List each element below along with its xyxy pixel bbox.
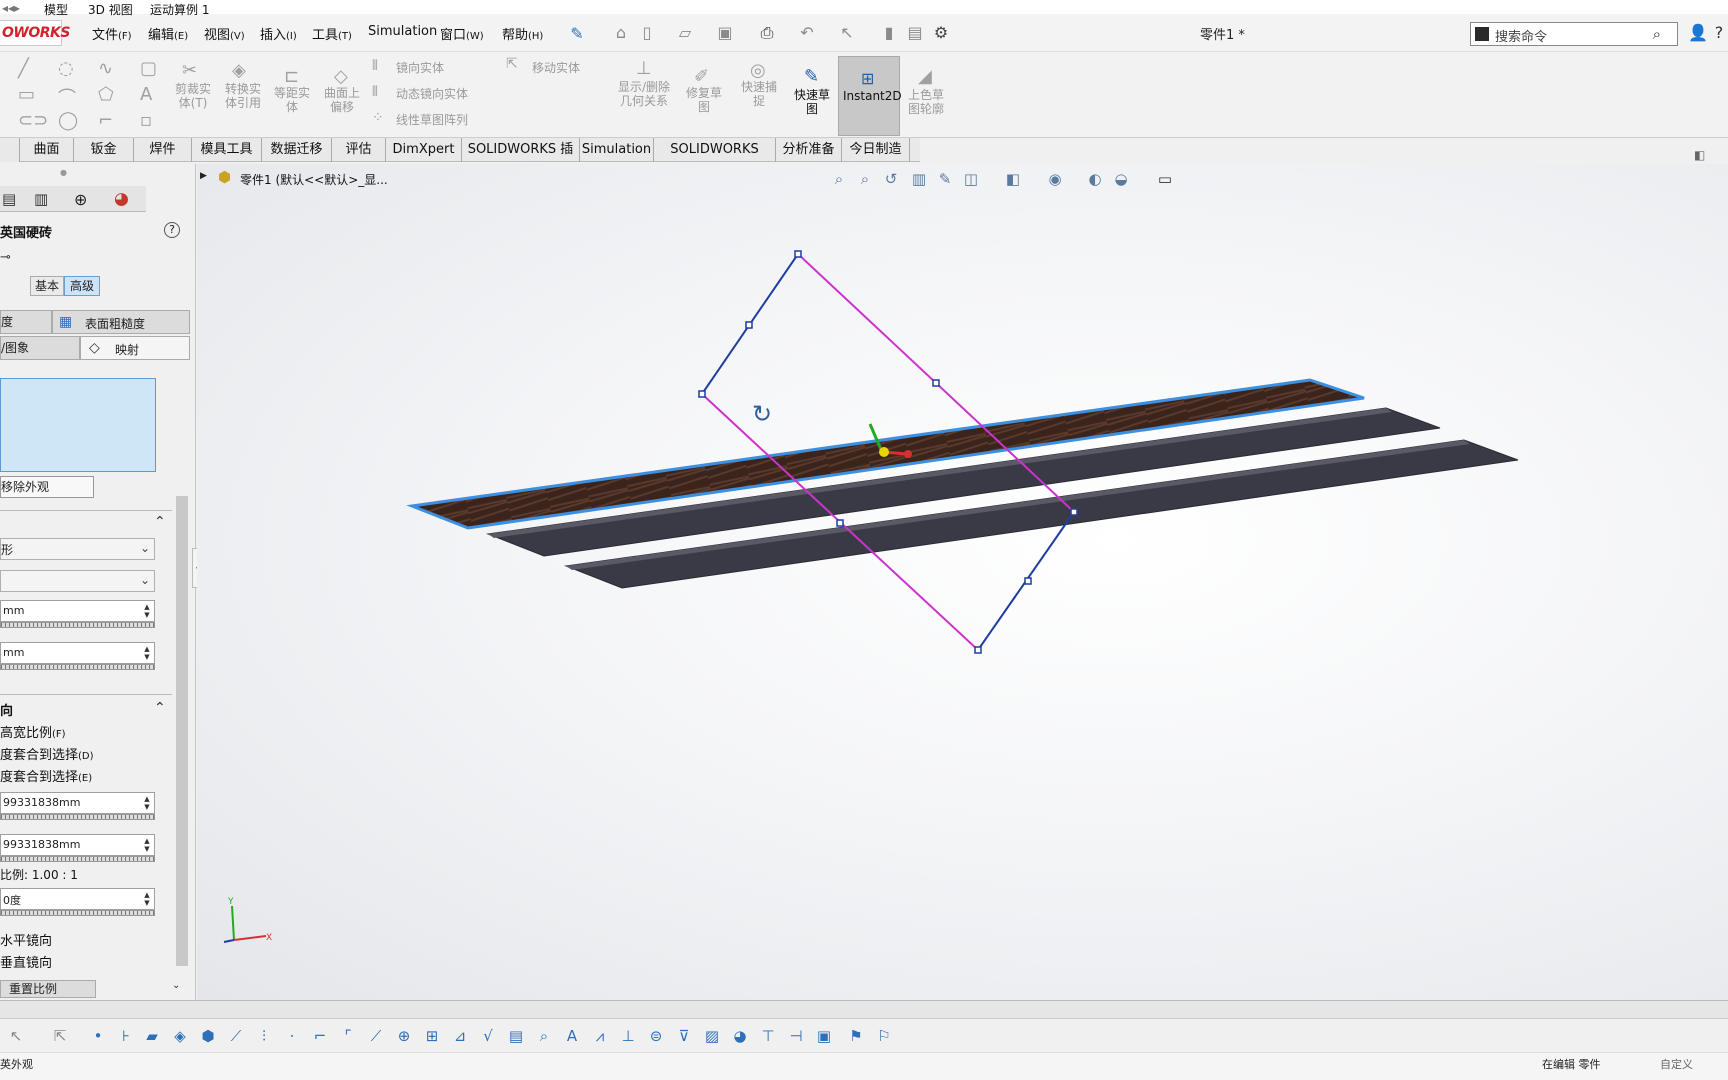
edge-icon[interactable]: ⟋ bbox=[226, 1026, 246, 1046]
plane-handle[interactable] bbox=[1024, 577, 1032, 585]
curve-icon[interactable]: √ bbox=[478, 1026, 498, 1046]
render-icon[interactable]: ▣ bbox=[814, 1026, 834, 1046]
camera-icon[interactable]: ⚐ bbox=[874, 1026, 894, 1046]
plane-handle[interactable] bbox=[794, 250, 802, 258]
sketch-point-icon[interactable]: ⟋ bbox=[366, 1026, 386, 1046]
tab-nav-arrows[interactable]: ◂◂▸ bbox=[2, 1, 20, 15]
plane-handle[interactable] bbox=[974, 646, 982, 654]
vertex-icon[interactable]: ⋅ bbox=[282, 1026, 302, 1046]
light-icon[interactable]: ⚑ bbox=[846, 1026, 866, 1046]
image-icon[interactable]: ▨ bbox=[702, 1026, 722, 1046]
ref-triad-x-label: X bbox=[266, 933, 272, 943]
tab-3d-views[interactable]: 3D 视图 bbox=[88, 1, 133, 18]
plane-handle[interactable] bbox=[745, 321, 753, 329]
coordinate-system-icon[interactable]: ⊿ bbox=[450, 1026, 470, 1046]
select-arrow-icon[interactable]: ↖ bbox=[6, 1026, 26, 1046]
axis-icon[interactable]: ⫶ bbox=[254, 1026, 274, 1046]
face-icon[interactable]: ▰ bbox=[142, 1026, 162, 1046]
ref-triad-y-label: Y bbox=[227, 897, 234, 907]
ref-triad-x bbox=[233, 935, 267, 941]
annotation-icon[interactable]: ⌕ bbox=[534, 1026, 554, 1046]
ref-triad-z bbox=[223, 939, 235, 943]
plane-handle[interactable] bbox=[932, 379, 940, 387]
origin-icon[interactable]: ⊕ bbox=[394, 1026, 414, 1046]
surface-icon[interactable]: ◈ bbox=[170, 1026, 190, 1046]
tab-motion-study-1[interactable]: 运动算例 1 bbox=[150, 1, 209, 18]
sketch-icon[interactable]: ⌐ bbox=[310, 1026, 330, 1046]
surface-finish-symbol-icon[interactable]: ⊽ bbox=[674, 1026, 694, 1046]
plane-icon[interactable]: ⊞ bbox=[422, 1026, 442, 1046]
text-annotation-icon[interactable]: A bbox=[562, 1026, 582, 1046]
datum-icon[interactable]: ⊥ bbox=[618, 1026, 638, 1046]
triad-origin[interactable] bbox=[879, 447, 889, 457]
plane-handle[interactable] bbox=[1070, 508, 1078, 516]
weld-icon[interactable]: ⩘ bbox=[590, 1026, 610, 1046]
rotate-cursor-icon: ↻ bbox=[752, 400, 772, 428]
model-scene: ↻ Y X bbox=[223, 250, 1519, 943]
ref-triad-y bbox=[231, 905, 235, 941]
tab-model[interactable]: 模型 bbox=[44, 1, 68, 18]
select-filter-icon[interactable]: ⇱ bbox=[50, 1026, 70, 1046]
bottom-tab-bar bbox=[0, 1000, 1728, 1018]
triad-x-end bbox=[904, 450, 912, 458]
custom-units[interactable]: 自定义 bbox=[1660, 1056, 1693, 1072]
status-message: 英外观 bbox=[0, 1058, 33, 1071]
point-icon[interactable]: • bbox=[88, 1026, 108, 1046]
status-bar bbox=[0, 1052, 1728, 1080]
dimension-icon[interactable]: ⊦ bbox=[116, 1026, 136, 1046]
sketch-segment-icon[interactable]: ⌜ bbox=[338, 1026, 358, 1046]
cut-icon[interactable]: ⊣ bbox=[786, 1026, 806, 1046]
plane-handle[interactable] bbox=[698, 390, 706, 398]
hole-icon[interactable]: ⊤ bbox=[758, 1026, 778, 1046]
dimension-xpert-icon[interactable]: ⊜ bbox=[646, 1026, 666, 1046]
appearance-icon[interactable]: ◕ bbox=[730, 1026, 750, 1046]
editing-status: 在编辑 零件 bbox=[1542, 1058, 1601, 1071]
solid-icon[interactable]: ⬢ bbox=[198, 1026, 218, 1046]
note-icon[interactable]: ▤ bbox=[506, 1026, 526, 1046]
plane-handle[interactable] bbox=[836, 519, 844, 527]
